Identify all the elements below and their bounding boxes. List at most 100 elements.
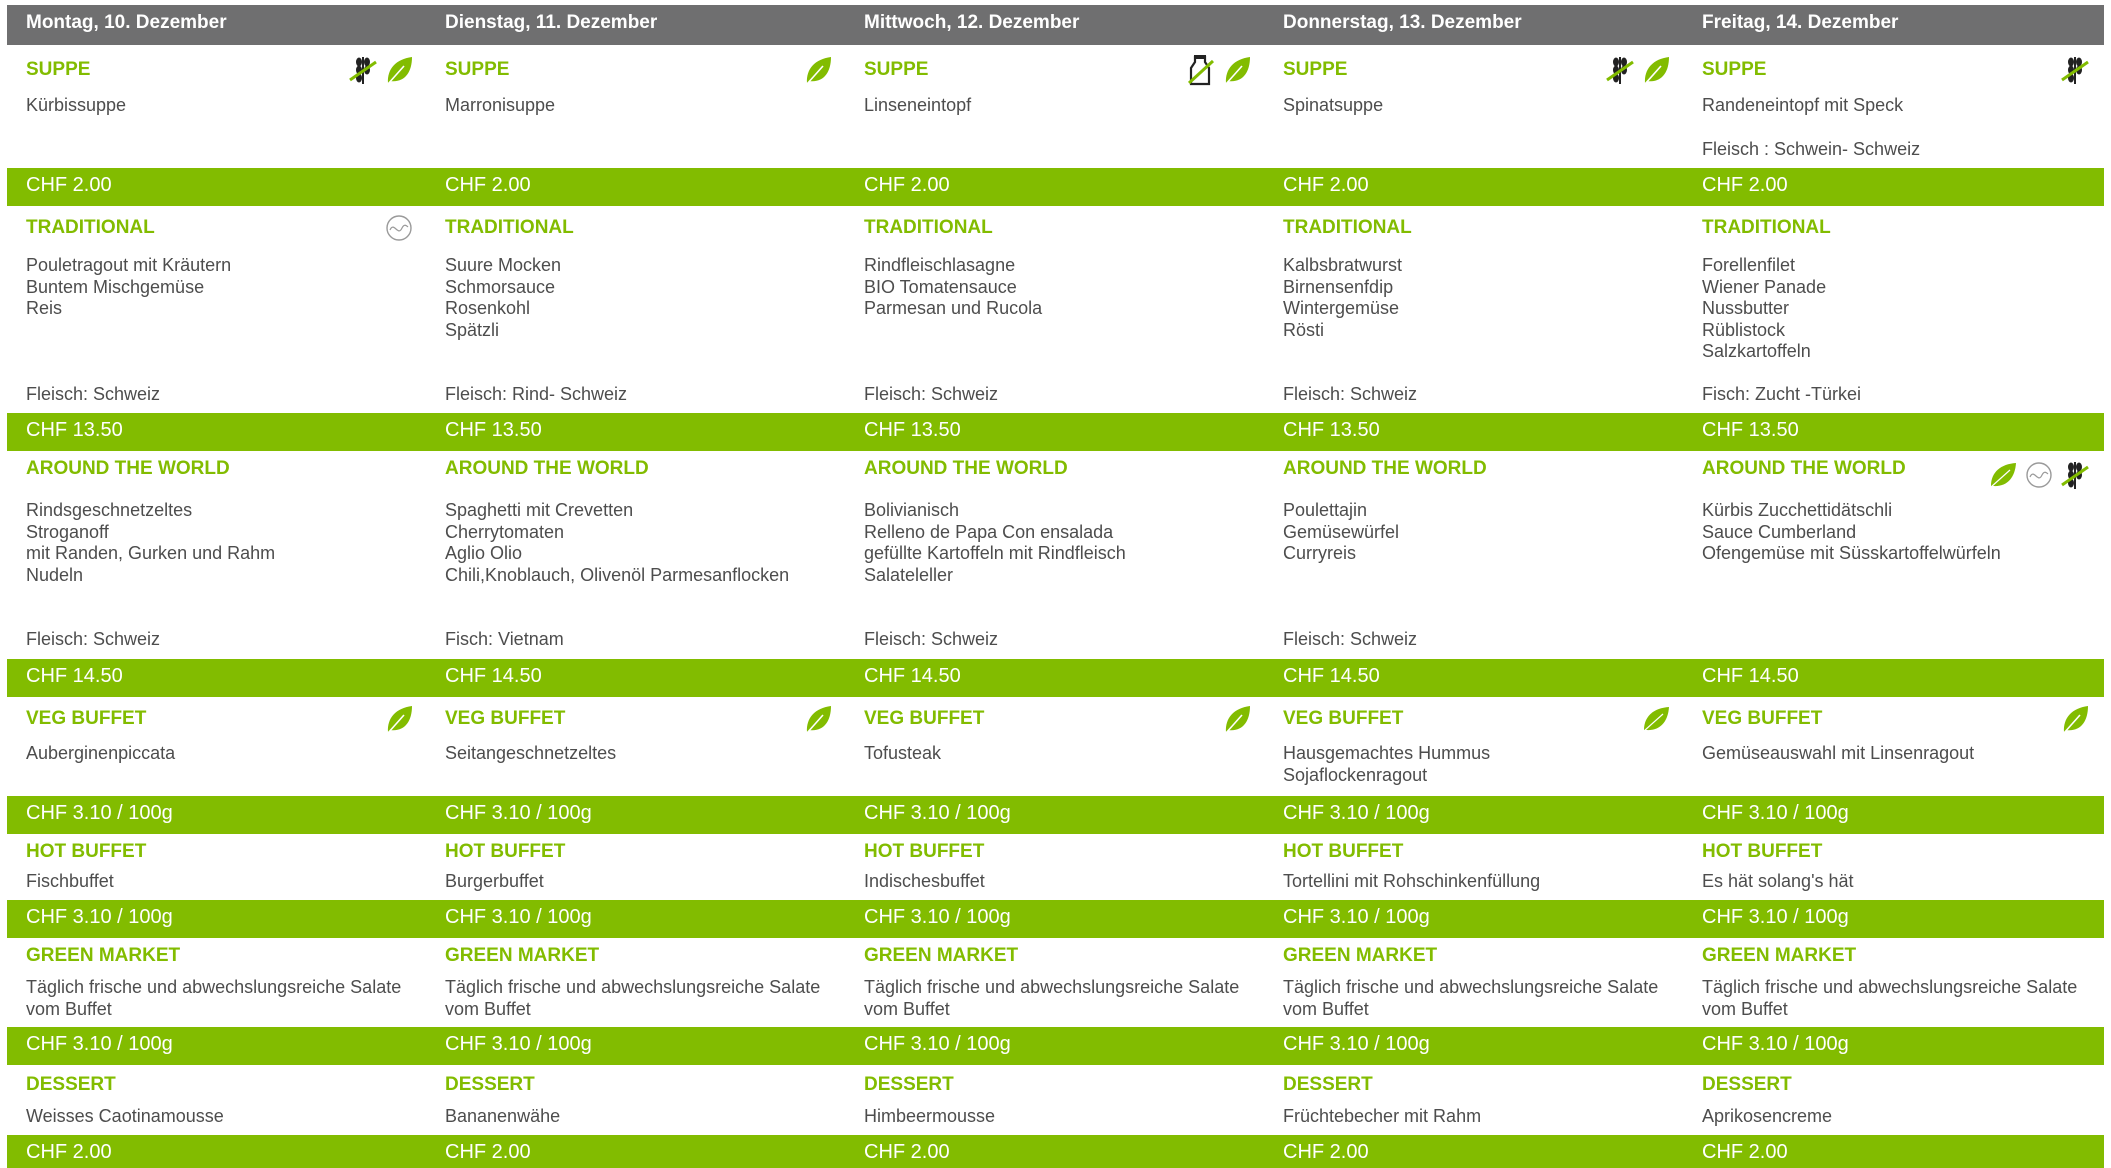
- dish-line: Linseneintopf: [864, 95, 972, 115]
- dish-line: BIO Tomatensauce: [864, 276, 1017, 297]
- price-label: CHF 13.50: [1283, 419, 1380, 441]
- origin-label: Fleisch: Schweiz: [1283, 384, 1418, 404]
- dish-line: Täglich frische und abwechslungsreiche S…: [864, 977, 1240, 997]
- no-gluten-icon: [2060, 53, 2090, 87]
- price-label: CHF 3.10 / 100g: [445, 802, 592, 824]
- menu-category-label: SUPPE: [26, 59, 91, 80]
- day-header: Montag, 10. Dezember: [26, 12, 227, 33]
- price-label: CHF 3.10 / 100g: [1702, 1033, 1849, 1055]
- no-gluten-icon: [348, 53, 378, 87]
- dish-line: Burgerbuffet: [445, 871, 544, 891]
- diet-icons: [803, 53, 833, 87]
- dish-line: Weisses Caotinamousse: [26, 1106, 224, 1126]
- dish-line: Pouletragout mit Kräutern: [26, 255, 232, 275]
- menu-category-label: DESSERT: [864, 1074, 954, 1095]
- price-label: CHF 3.10 / 100g: [445, 1033, 592, 1055]
- dish-line: Kalbsbratwurst: [1283, 255, 1403, 275]
- price-label: CHF 13.50: [864, 419, 961, 441]
- day-column: Donnerstag, 13. Dezember SUPPE Spinatsuppe…: [1283, 0, 1673, 1168]
- menu-category-label: VEG BUFFET: [26, 708, 147, 729]
- diet-icons: [384, 702, 414, 736]
- price-label: CHF 3.10 / 100g: [864, 802, 1011, 824]
- price-label: CHF 13.50: [1702, 419, 1799, 441]
- dish-line: Täglich frische und abwechslungsreiche S…: [445, 977, 821, 997]
- price-label: CHF 3.10 / 100g: [1283, 906, 1430, 928]
- dish-line: Gemüseauswahl mit Linsenragout: [1702, 743, 1975, 763]
- dish-line: Marronisuppe: [445, 95, 556, 115]
- diet-icons: [803, 702, 833, 736]
- diet-icons: [348, 53, 414, 87]
- diet-icons: [1186, 53, 1252, 87]
- dish-line: Sauce Cumberland: [1702, 521, 1857, 542]
- dish-line: Suure Mocken: [445, 255, 562, 275]
- vegetarian-leaf-icon: [803, 53, 833, 87]
- price-label: CHF 2.00: [1283, 1141, 1369, 1163]
- vegan-leaf-icon: [1988, 458, 2018, 492]
- price-label: CHF 3.10 / 100g: [1283, 802, 1430, 824]
- dish-line: Kürbis Zucchettidätschli: [1702, 500, 1893, 520]
- dish-line: Chili,Knoblauch, Olivenöl Parmesanflocke…: [445, 564, 790, 585]
- dish-line: Rösti: [1283, 319, 1325, 340]
- dish-line: Hausgemachtes Hummus: [1283, 743, 1491, 763]
- dish-line: Rindfleischlasagne: [864, 255, 1016, 275]
- menu-category-label: TRADITIONAL: [1283, 217, 1412, 238]
- diet-icons: [2060, 53, 2090, 87]
- price-label: CHF 13.50: [26, 419, 123, 441]
- dish-line: Spätzli: [445, 319, 500, 340]
- dish-line: Spaghetti mit Crevetten: [445, 500, 634, 520]
- origin-label: Fleisch: Schweiz: [864, 629, 999, 649]
- dish-line: Ofengemüse mit Süsskartoffelwürfeln: [1702, 543, 2001, 563]
- dish-line: vom Buffet: [864, 998, 950, 1019]
- price-label: CHF 3.10 / 100g: [445, 906, 592, 928]
- vegetarian-leaf-icon: [1222, 53, 1252, 87]
- vegetarian-leaf-icon: [1222, 702, 1252, 736]
- dish-line: Reis: [26, 298, 63, 318]
- dish-line: Rüblistock: [1702, 319, 1786, 340]
- dish-line: Parmesan und Rucola: [864, 298, 1043, 318]
- dish-line: Rosenkohl: [445, 298, 531, 318]
- dish-line: Auberginenpiccata: [26, 743, 176, 763]
- diet-icons: [1641, 702, 1671, 736]
- price-label: CHF 3.10 / 100g: [864, 906, 1011, 928]
- price-label: CHF 2.00: [26, 1141, 112, 1163]
- menu-category-label: SUPPE: [1283, 59, 1348, 80]
- dish-line: Bananenwähe: [445, 1106, 561, 1126]
- dish-line: Seitangeschnetzeltes: [445, 743, 617, 763]
- menu-category-label: DESSERT: [1283, 1074, 1373, 1095]
- price-label: CHF 2.00: [1702, 174, 1788, 196]
- dish-line: Randeneintopf mit Speck: [1702, 95, 1904, 115]
- menu-category-label: GREEN MARKET: [26, 945, 181, 966]
- menu-category-label: DESSERT: [1702, 1074, 1792, 1095]
- dish-line: Tortellini mit Rohschinkenfüllung: [1283, 871, 1541, 891]
- origin-label: Fleisch: Schweiz: [1283, 629, 1418, 649]
- dish-line: Salateleller: [864, 564, 954, 585]
- diet-icons: [384, 211, 414, 245]
- dish-line: Curryreis: [1283, 543, 1357, 563]
- price-label: CHF 3.10 / 100g: [1283, 1033, 1430, 1055]
- price-label: CHF 3.10 / 100g: [1702, 802, 1849, 824]
- day-header: Donnerstag, 13. Dezember: [1283, 12, 1522, 33]
- menu-category-label: GREEN MARKET: [445, 945, 600, 966]
- origin-label: Fleisch: Schweiz: [26, 384, 161, 404]
- price-label: CHF 2.00: [864, 1141, 950, 1163]
- price-label: CHF 14.50: [445, 665, 542, 687]
- menu-category-label: TRADITIONAL: [445, 217, 574, 238]
- menu-category-label: AROUND THE WORLD: [1702, 458, 1906, 479]
- price-label: CHF 14.50: [26, 665, 123, 687]
- vegetarian-leaf-icon: [2060, 702, 2090, 736]
- dish-line: Wintergemüse: [1283, 298, 1400, 318]
- dish-line: Kürbissuppe: [26, 95, 127, 115]
- vegetarian-leaf-icon: [1641, 53, 1671, 87]
- dish-line: Poulettajin: [1283, 500, 1368, 520]
- dish-line: Cherrytomaten: [445, 521, 565, 542]
- menu-category-label: VEG BUFFET: [1702, 708, 1823, 729]
- dish-line: Stroganoff: [26, 521, 109, 542]
- menu-category-label: TRADITIONAL: [1702, 217, 1831, 238]
- price-label: CHF 13.50: [445, 419, 542, 441]
- no-gluten-icon: [2060, 458, 2090, 492]
- dish-line: Fischbuffet: [26, 871, 114, 891]
- origin-label: Fleisch: Schweiz: [864, 384, 999, 404]
- dish-line: Wiener Panade: [1702, 276, 1827, 297]
- menu-category-label: AROUND THE WORLD: [864, 458, 1068, 479]
- dish-line: Buntem Mischgemüse: [26, 276, 205, 297]
